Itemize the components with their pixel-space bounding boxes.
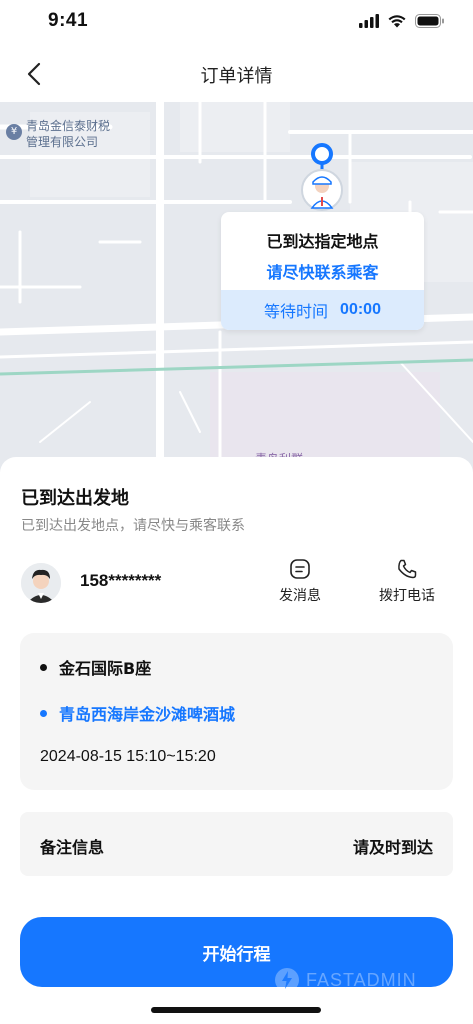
watermark-text: FASTADMIN <box>306 969 417 990</box>
destination-dot-icon <box>40 709 47 717</box>
signal-icon <box>359 14 379 28</box>
yen-poi-icon: ¥ <box>6 124 22 140</box>
page-title: 订单详情 <box>200 66 273 87</box>
trip-time: 2024-08-15 15:10~15:20 <box>40 748 216 765</box>
map-poi: ¥ 青岛金信泰财税 管理有限公司 <box>6 118 110 150</box>
wait-time-value: 00:00 <box>340 301 381 318</box>
status-time: 9:41 <box>48 10 89 31</box>
origin-address: 金石国际B座 <box>59 659 152 678</box>
map-view[interactable]: ¥ 青岛金信泰财税 管理有限公司 青岛利群 已到达指定地点 请尽快联系乘客 等待… <box>0 102 473 472</box>
sheet-subtitle: 已到达出发地点，请尽快与乘客联系 <box>21 518 245 534</box>
message-icon <box>290 559 310 579</box>
passenger-contact-row: 158******** 发消息 拨打电话 <box>0 557 473 613</box>
driver-location-pin-icon <box>301 143 343 211</box>
avatar <box>21 563 61 603</box>
arrival-title: 已到达指定地点 <box>266 232 379 251</box>
sheet-title: 已到达出发地 <box>21 488 129 509</box>
watermark: FASTADMIN <box>274 967 417 993</box>
wait-time-bar: 等待时间 00:00 <box>221 290 424 330</box>
message-label: 发消息 <box>279 588 321 604</box>
origin-dot-icon <box>40 663 47 671</box>
origin-row: 金石国际B座 <box>40 655 151 679</box>
wifi-icon <box>388 15 406 28</box>
status-bar: 9:41 <box>0 0 473 44</box>
bolt-logo-icon <box>275 968 299 992</box>
nav-bar: 订单详情 <box>0 44 473 102</box>
remark-row: 备注信息 请及时到达 <box>20 812 453 876</box>
home-indicator <box>151 1007 321 1013</box>
arrival-subtitle: 请尽快联系乘客 <box>266 263 379 282</box>
poi-label-line1: 青岛金信泰财税 <box>26 119 111 133</box>
battery-icon <box>415 14 444 28</box>
passenger-avatar-icon <box>21 563 61 603</box>
message-button[interactable]: 发消息 <box>265 557 335 605</box>
phone-icon <box>398 559 417 579</box>
route-card: 金石国际B座 青岛西海岸金沙滩啤酒城 2024-08-15 15:10~15:2… <box>20 633 453 790</box>
remark-value: 请及时到达 <box>352 838 433 857</box>
call-button[interactable]: 拨打电话 <box>372 557 442 605</box>
destination-address: 青岛西海岸金沙滩啤酒城 <box>59 705 236 724</box>
arrival-info-card: 已到达指定地点 请尽快联系乘客 等待时间 00:00 <box>221 212 424 330</box>
call-label: 拨打电话 <box>379 588 435 604</box>
destination-row: 青岛西海岸金沙滩啤酒城 <box>40 701 235 725</box>
remark-label: 备注信息 <box>40 838 105 857</box>
status-icons <box>359 11 445 31</box>
poi-label-line2: 管理有限公司 <box>26 135 99 149</box>
wait-time-label: 等待时间 <box>264 302 329 321</box>
passenger-phone: 158******** <box>80 571 162 590</box>
order-sheet: 已到达出发地 已到达出发地点，请尽快与乘客联系 158******** 发消息 <box>0 457 473 1024</box>
